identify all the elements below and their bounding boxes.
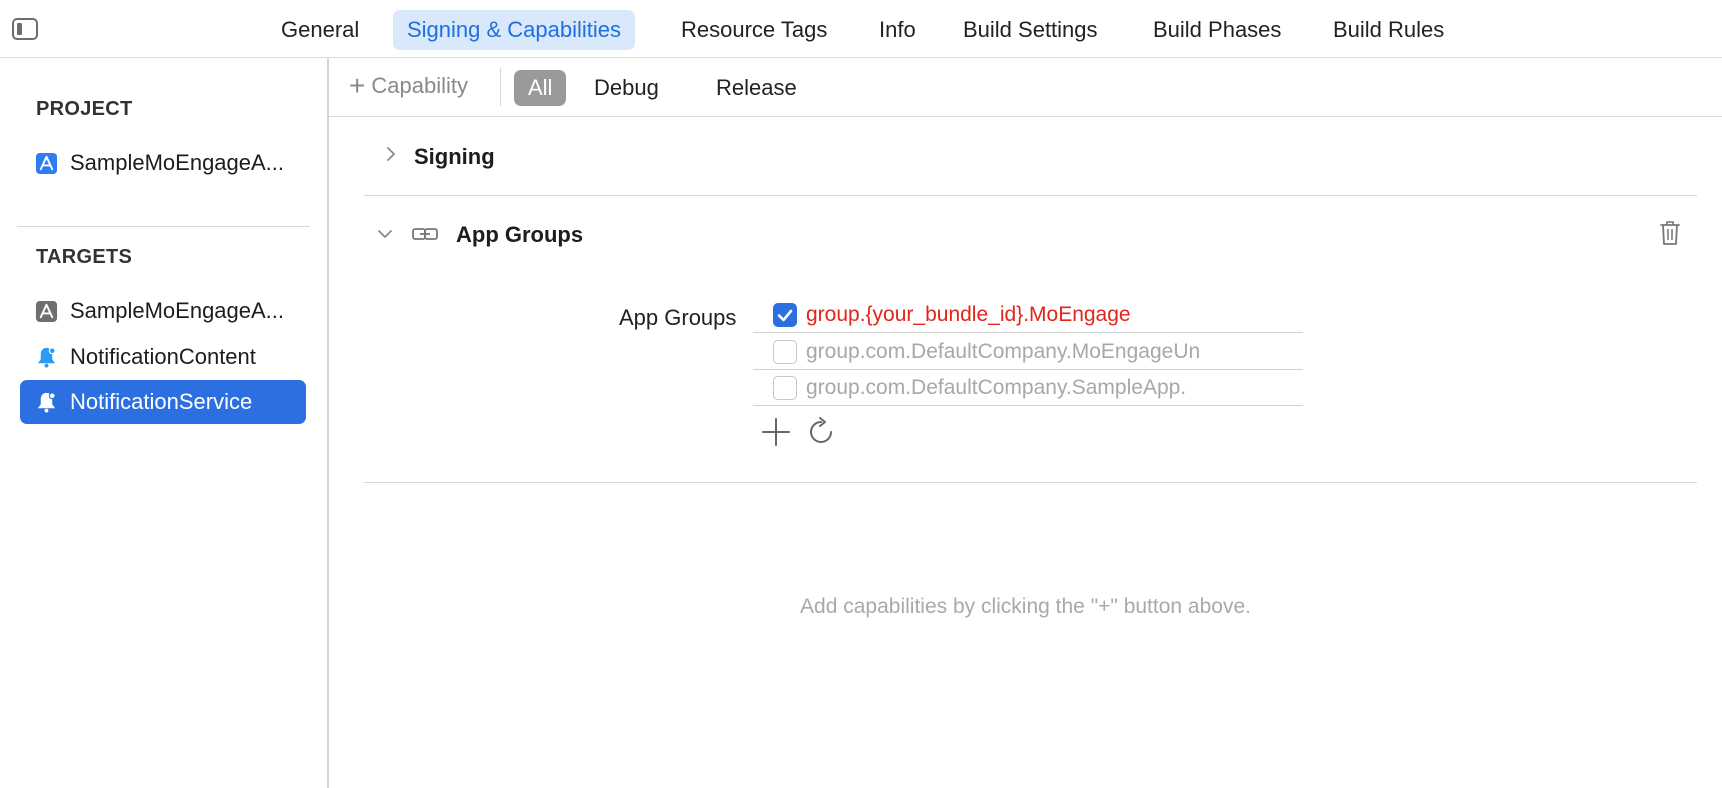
section-divider <box>364 482 1697 483</box>
add-capability-button[interactable]: + Capability <box>349 68 468 104</box>
tab-build-phases[interactable]: Build Phases <box>1139 10 1295 50</box>
section-divider <box>364 195 1697 196</box>
checkmark-icon <box>777 309 793 322</box>
sidebar-item-label: SampleMoEngageA... <box>70 298 285 323</box>
tab-general[interactable]: General <box>267 10 373 50</box>
group-identifier: group.com.DefaultCompany.SampleApp. <box>806 376 1187 399</box>
sidebar-item-notification-content[interactable]: NotificationContent <box>20 335 306 379</box>
app-project-icon <box>35 152 58 175</box>
sidebar-item-label: SampleMoEngageA... <box>70 150 285 175</box>
filter-release[interactable]: Release <box>702 70 811 106</box>
sidebar-item-app-target[interactable]: SampleMoEngageA... <box>20 289 306 333</box>
signing-section-title[interactable]: Signing <box>414 144 495 170</box>
sidebar-divider <box>17 226 310 227</box>
add-group-button[interactable] <box>760 416 792 448</box>
project-heading: PROJECT <box>36 98 133 120</box>
group-checkbox[interactable] <box>773 303 797 327</box>
sidebar-item-project[interactable]: SampleMoEngageA... <box>20 141 306 185</box>
tab-build-rules[interactable]: Build Rules <box>1319 10 1458 50</box>
trash-icon[interactable] <box>1658 219 1682 247</box>
filter-all[interactable]: All <box>514 70 567 106</box>
filter-debug[interactable]: Debug <box>580 70 673 106</box>
group-identifier: group.com.DefaultCompany.MoEngageUn <box>806 340 1201 363</box>
group-checkbox[interactable] <box>773 376 797 400</box>
toolbar-divider <box>500 68 501 106</box>
link-icon <box>412 228 438 240</box>
bell-icon <box>37 392 56 413</box>
list-item[interactable]: group.com.DefaultCompany.SampleApp. <box>753 370 1303 406</box>
sidebar-toggle-icon[interactable] <box>12 18 38 40</box>
app-groups-section-title[interactable]: App Groups <box>456 222 583 248</box>
tab-resource-tags[interactable]: Resource Tags <box>667 10 841 50</box>
editor-tab-bar: General Signing & Capabilities Resource … <box>0 0 1722 58</box>
capability-toolbar: + Capability All Debug Release <box>329 58 1722 117</box>
plus-icon: + <box>349 70 366 101</box>
sidebar-item-label: NotificationService <box>70 389 253 414</box>
row-divider <box>753 332 1303 333</box>
row-divider <box>753 405 1303 406</box>
capabilities-content: Signing App Groups App Groups group.{you… <box>329 117 1722 788</box>
list-item[interactable]: group.{your_bundle_id}.MoEngage <box>753 297 1303 333</box>
refresh-icon[interactable] <box>805 416 837 448</box>
bell-icon <box>37 347 56 368</box>
sidebar-item-label: NotificationContent <box>70 344 256 369</box>
project-target-sidebar: PROJECT SampleMoEngageA... TARGETS Sampl… <box>0 58 329 788</box>
tab-build-settings[interactable]: Build Settings <box>949 10 1112 50</box>
list-item[interactable]: group.com.DefaultCompany.MoEngageUn <box>753 334 1303 370</box>
chevron-down-icon[interactable] <box>378 227 392 241</box>
targets-heading: TARGETS <box>36 246 133 268</box>
app-target-icon <box>35 300 58 323</box>
sidebar-item-notification-service[interactable]: NotificationService <box>20 380 306 424</box>
chevron-right-icon[interactable] <box>384 147 398 161</box>
group-checkbox[interactable] <box>773 340 797 364</box>
tab-signing-capabilities[interactable]: Signing & Capabilities <box>393 10 636 50</box>
add-capability-label: Capability <box>371 73 468 98</box>
group-identifier: group.{your_bundle_id}.MoEngage <box>806 303 1131 326</box>
app-groups-field-label: App Groups <box>619 305 737 330</box>
tab-info[interactable]: Info <box>865 10 930 50</box>
add-capabilities-hint: Add capabilities by clicking the "+" but… <box>800 595 1251 618</box>
